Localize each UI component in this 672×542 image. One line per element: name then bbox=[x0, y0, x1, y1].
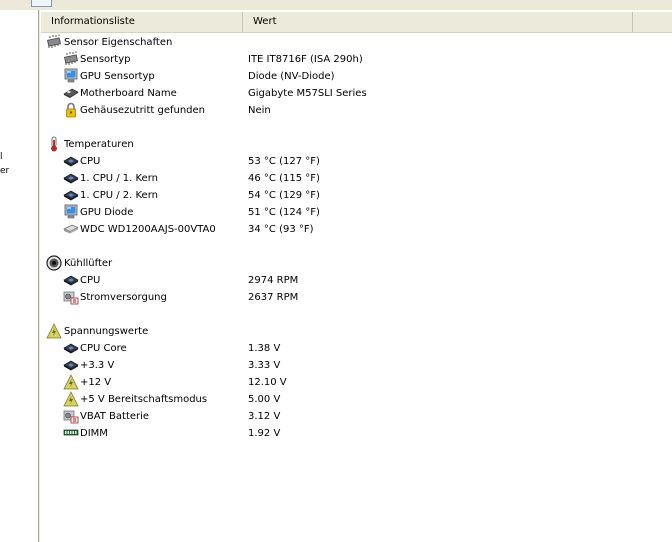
lock-icon bbox=[63, 102, 79, 118]
list-item[interactable]: GPU Sensortyp Diode (NV-Diode) bbox=[41, 68, 672, 85]
list-item[interactable]: GPU Diode 51 °C (124 °F) bbox=[41, 204, 672, 221]
item-value: 5.00 V bbox=[248, 394, 281, 405]
voltage-icon bbox=[46, 323, 62, 339]
item-label: +3.3 V bbox=[80, 360, 115, 371]
item-value: 54 °C (129 °F) bbox=[248, 190, 320, 201]
item-value: 1.38 V bbox=[248, 343, 281, 354]
item-label: Stromversorgung bbox=[80, 292, 167, 303]
item-value: 3.12 V bbox=[248, 411, 281, 422]
item-label: WDC WD1200AAJS-00VTA0 bbox=[80, 224, 216, 235]
list-item[interactable]: Sensortyp ITE IT8716F (ISA 290h) bbox=[41, 51, 672, 68]
item-value: Nein bbox=[248, 105, 271, 116]
top-toolbar-strip bbox=[0, 0, 672, 10]
motherboard-icon bbox=[63, 85, 79, 101]
list-item[interactable]: CPU 53 °C (127 °F) bbox=[41, 153, 672, 170]
cpu-icon bbox=[63, 357, 79, 373]
list-item[interactable]: Stromversorgung 2637 RPM bbox=[41, 289, 672, 306]
group-title: Kühllüfter bbox=[64, 258, 113, 269]
item-value: 34 °C (93 °F) bbox=[248, 224, 314, 235]
item-label: +5 V Bereitschaftsmodus bbox=[80, 394, 208, 405]
item-label: CPU bbox=[80, 275, 101, 286]
list-item[interactable]: +5 V Bereitschaftsmodus 5.00 V bbox=[41, 391, 672, 408]
list-item[interactable]: Motherboard Name Gigabyte M57SLI Series bbox=[41, 85, 672, 102]
item-label: 1. CPU / 1. Kern bbox=[80, 173, 158, 184]
left-pane-text: er bbox=[0, 166, 10, 176]
item-label: 1. CPU / 2. Kern bbox=[80, 190, 158, 201]
group-title: Spannungswerte bbox=[64, 326, 149, 337]
item-value: 12.10 V bbox=[248, 377, 287, 388]
column-header-name[interactable]: Informationsliste bbox=[41, 12, 243, 32]
left-pane: l er bbox=[0, 10, 40, 542]
item-label: Gehäusezutritt gefunden bbox=[80, 105, 206, 116]
toolbar-button[interactable] bbox=[31, 0, 52, 7]
cpu-icon bbox=[63, 153, 79, 169]
item-value: Diode (NV-Diode) bbox=[248, 71, 335, 82]
chip-icon bbox=[63, 51, 79, 67]
list-item[interactable]: CPU Core 1.38 V bbox=[41, 340, 672, 357]
list-item[interactable]: WDC WD1200AAJS-00VTA0 34 °C (93 °F) bbox=[41, 221, 672, 238]
item-value: Gigabyte M57SLI Series bbox=[248, 88, 367, 99]
list-item[interactable]: 1. CPU / 1. Kern 46 °C (115 °F) bbox=[41, 170, 672, 187]
group-title: Sensor Eigenschaften bbox=[64, 37, 173, 48]
cpu-icon bbox=[63, 187, 79, 203]
list-item[interactable]: 1. CPU / 2. Kern 54 °C (129 °F) bbox=[41, 187, 672, 204]
item-label: GPU Diode bbox=[80, 207, 134, 218]
item-label: Motherboard Name bbox=[80, 88, 177, 99]
list-item[interactable]: CPU 2974 RPM bbox=[41, 272, 672, 289]
list-header: Informationsliste Wert bbox=[41, 12, 672, 33]
cpu-icon bbox=[63, 272, 79, 288]
cpu-icon bbox=[63, 340, 79, 356]
list-item[interactable]: Gehäusezutritt gefunden Nein bbox=[41, 102, 672, 119]
list-item[interactable]: DIMM 1.92 V bbox=[41, 425, 672, 442]
item-value: 2637 RPM bbox=[248, 292, 299, 303]
fan-icon bbox=[46, 255, 62, 271]
item-value: 3.33 V bbox=[248, 360, 281, 371]
item-label: VBAT Batterie bbox=[80, 411, 150, 422]
monitor-icon bbox=[63, 68, 79, 84]
chip-icon bbox=[46, 34, 62, 50]
item-label: GPU Sensortyp bbox=[80, 71, 155, 82]
item-label: CPU Core bbox=[80, 343, 127, 354]
item-value: 1.92 V bbox=[248, 428, 281, 439]
sensor-list: Informationsliste Wert Sensor Eigenschaf… bbox=[41, 10, 672, 542]
item-label: Sensortyp bbox=[80, 54, 131, 65]
harddisk-icon bbox=[63, 221, 79, 237]
cpu-icon bbox=[63, 170, 79, 186]
voltage-icon bbox=[63, 374, 79, 390]
column-header-value[interactable]: Wert bbox=[243, 12, 633, 32]
item-label: DIMM bbox=[80, 428, 108, 439]
item-value: 2974 RPM bbox=[248, 275, 299, 286]
monitor-icon bbox=[63, 204, 79, 220]
list-item[interactable]: +12 V 12.10 V bbox=[41, 374, 672, 391]
item-value: 53 °C (127 °F) bbox=[248, 156, 320, 167]
list-item[interactable]: VBAT Batterie 3.12 V bbox=[41, 408, 672, 425]
item-label: CPU bbox=[80, 156, 101, 167]
list-item[interactable]: +3.3 V 3.33 V bbox=[41, 357, 672, 374]
item-value: 46 °C (115 °F) bbox=[248, 173, 320, 184]
left-pane-text: l bbox=[0, 152, 3, 162]
power-supply-icon bbox=[63, 289, 79, 305]
item-label: +12 V bbox=[80, 377, 112, 388]
ram-icon bbox=[63, 425, 79, 441]
power-supply-icon bbox=[63, 408, 79, 424]
item-value: ITE IT8716F (ISA 290h) bbox=[248, 54, 363, 65]
item-value: 51 °C (124 °F) bbox=[248, 207, 320, 218]
voltage-icon bbox=[63, 391, 79, 407]
group-title: Temperaturen bbox=[64, 139, 134, 150]
thermometer-icon bbox=[46, 136, 62, 152]
